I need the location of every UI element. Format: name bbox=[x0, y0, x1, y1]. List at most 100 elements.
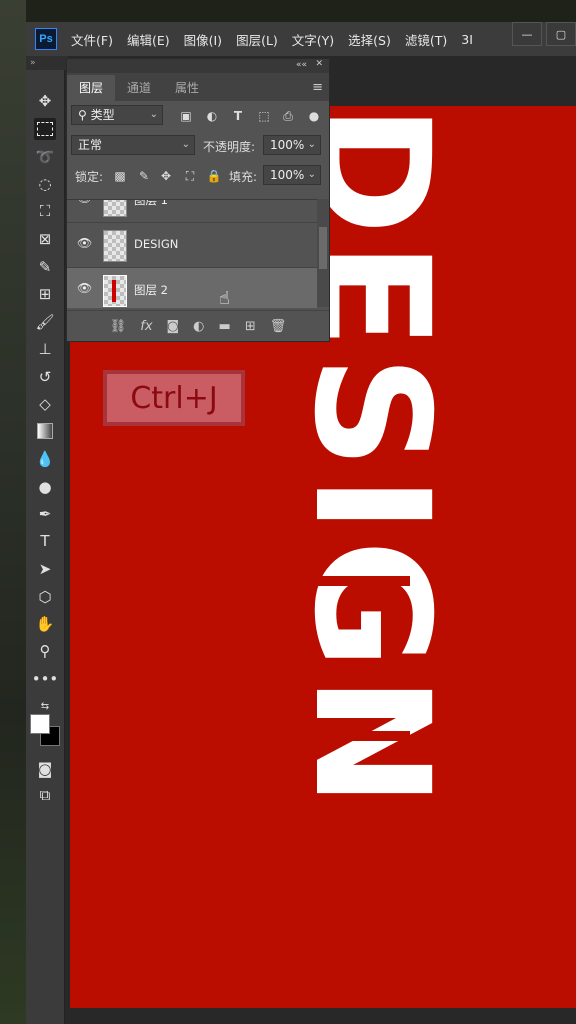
adjustment-filter-icon[interactable]: ◐ bbox=[203, 107, 221, 125]
opacity-input[interactable]: 100% ⌄ bbox=[263, 135, 321, 155]
quick-select-icon[interactable]: ◌ bbox=[34, 173, 56, 195]
desktop-strip bbox=[26, 0, 576, 22]
pen-icon[interactable]: ✒ bbox=[34, 503, 56, 525]
shape-icon[interactable]: ⬡ bbox=[34, 586, 56, 608]
mask-icon[interactable]: ◙ bbox=[167, 319, 180, 334]
fx-icon[interactable]: fx bbox=[140, 319, 152, 334]
menu-layer[interactable]: 图层(L) bbox=[236, 30, 278, 49]
lasso-icon[interactable]: ➰ bbox=[34, 146, 56, 168]
lock-position-icon[interactable]: ✥ bbox=[157, 167, 175, 185]
blur-icon[interactable]: 💧 bbox=[34, 448, 56, 470]
gradient-icon[interactable] bbox=[34, 420, 56, 442]
eye-icon[interactable]: 👁 bbox=[77, 237, 93, 249]
tab-layers[interactable]: 图层 bbox=[67, 75, 116, 101]
photoshop-logo: Ps bbox=[35, 28, 57, 50]
collapse-icon[interactable]: «« bbox=[296, 60, 307, 70]
tools-panel: ✥ ➰ ◌ ⛶ ⊠ ✎ ⊞ 🖌 ⊥ ↺ ◇ 💧 ● ✒ T ➤ ⬡ ✋ ⚲ ••… bbox=[26, 70, 65, 1024]
menu-edit[interactable]: 编辑(E) bbox=[127, 30, 170, 49]
tab-channels[interactable]: 通道 bbox=[115, 75, 163, 101]
dodge-icon[interactable]: ● bbox=[34, 476, 56, 498]
lock-artboard-icon[interactable]: ⛶ bbox=[181, 167, 199, 185]
lock-all-icon[interactable]: 🔒 bbox=[205, 167, 223, 185]
chevron-down-icon: ⌄ bbox=[149, 109, 158, 120]
hand-icon[interactable]: ✋ bbox=[34, 613, 56, 635]
layer-name: 图层 1 bbox=[134, 199, 168, 207]
pixel-filter-icon[interactable]: ▣ bbox=[177, 107, 195, 125]
hand-cursor-icon: ☝ bbox=[219, 288, 230, 309]
filter-kind-select[interactable]: ⚲ 类型 ⌄ bbox=[71, 105, 163, 125]
layer-thumbnail bbox=[103, 230, 127, 262]
eyedropper-icon[interactable]: ✎ bbox=[34, 256, 56, 278]
menu-select[interactable]: 选择(S) bbox=[348, 30, 391, 49]
fill-label: 填充: bbox=[229, 170, 258, 184]
zoom-icon[interactable]: ⚲ bbox=[34, 640, 56, 662]
lock-transparent-icon[interactable]: ▩ bbox=[111, 167, 129, 185]
menu-3d[interactable]: 3I bbox=[461, 32, 473, 47]
lock-row: 锁定: ▩ ✎ ✥ ⛶ 🔒 填充: 100% ⌄ bbox=[67, 161, 329, 191]
text-slice bbox=[300, 576, 410, 586]
layer-row-selected[interactable]: 👁 图层 2 bbox=[67, 268, 317, 308]
scrollbar-thumb[interactable] bbox=[319, 227, 327, 269]
eraser-icon[interactable]: ◇ bbox=[34, 393, 56, 415]
layers-scrollbar[interactable] bbox=[317, 199, 329, 307]
type-filter-icon[interactable]: T bbox=[229, 107, 247, 125]
restore-button[interactable]: ▢ bbox=[546, 22, 576, 46]
menu-type[interactable]: 文字(Y) bbox=[292, 30, 334, 49]
layer-name: 图层 2 bbox=[134, 283, 168, 297]
chevron-down-icon: ⌄ bbox=[181, 139, 190, 150]
smart-object-filter-icon[interactable]: ⎙ bbox=[279, 107, 297, 125]
move-icon[interactable]: ✥ bbox=[34, 90, 56, 112]
menu-file[interactable]: 文件(F) bbox=[71, 30, 113, 49]
type-icon[interactable]: T bbox=[34, 530, 56, 552]
shape-filter-icon[interactable]: ⬚ bbox=[255, 107, 273, 125]
layer-row[interactable]: 👁 DESIGN bbox=[67, 223, 317, 268]
quick-mask-icon[interactable]: ◙ bbox=[34, 758, 56, 780]
search-icon: ⚲ bbox=[78, 108, 91, 122]
more-icon[interactable]: ••• bbox=[32, 668, 59, 690]
opacity-label: 不透明度: bbox=[203, 140, 256, 154]
minimize-button[interactable]: — bbox=[512, 22, 542, 46]
healing-icon[interactable]: ⊞ bbox=[34, 283, 56, 305]
close-icon[interactable]: ✕ bbox=[315, 59, 323, 69]
blend-mode-select[interactable]: 正常 ⌄ bbox=[71, 135, 195, 155]
menu-bar: Ps 文件(F) 编辑(E) 图像(I) 图层(L) 文字(Y) 选择(S) 滤… bbox=[26, 22, 576, 56]
stamp-icon[interactable]: ⊥ bbox=[34, 338, 56, 360]
color-swatches[interactable] bbox=[30, 714, 60, 748]
lock-label: 锁定: bbox=[75, 170, 104, 184]
brush-icon[interactable]: 🖌 bbox=[34, 311, 56, 333]
eye-icon[interactable]: 👁 bbox=[77, 282, 93, 294]
text-slice bbox=[305, 836, 410, 846]
shortcut-overlay: Ctrl+J bbox=[103, 370, 245, 426]
layers-panel: «« ✕ 图层 通道 属性 ≡ ⚲ 类型 ⌄ ▣ ◐ T ⬚ ⎙ ● 正常 ⌄ 不透… bbox=[66, 58, 330, 342]
group-icon[interactable]: ▬ bbox=[219, 319, 231, 334]
layer-row[interactable]: 👁 图层 1 bbox=[67, 199, 317, 223]
marquee-icon[interactable] bbox=[34, 118, 56, 140]
foreground-color-swatch[interactable] bbox=[30, 714, 50, 734]
panel-tabs: 图层 通道 属性 ≡ bbox=[67, 73, 329, 101]
chevron-down-icon: ⌄ bbox=[307, 169, 316, 180]
screen-mode-icon[interactable]: ⧉ bbox=[34, 784, 56, 806]
tab-properties[interactable]: 属性 bbox=[163, 75, 211, 101]
fill-value: 100% bbox=[270, 168, 305, 182]
layers-list: 👁 图层 1 👁 DESIGN 👁 图层 2 bbox=[67, 199, 317, 308]
menu-image[interactable]: 图像(I) bbox=[184, 30, 222, 49]
filter-toggle-icon[interactable]: ● bbox=[305, 107, 323, 125]
toolbar-grip[interactable]: » bbox=[26, 56, 68, 70]
link-icon[interactable]: ⛓ bbox=[110, 319, 127, 334]
text-slice bbox=[310, 731, 410, 741]
fill-input[interactable]: 100% ⌄ bbox=[263, 165, 321, 185]
crop-icon[interactable]: ⛶ bbox=[34, 200, 56, 222]
panel-footer: ⛓ fx ◙ ◐ ▬ ⊞ 🗑 bbox=[67, 310, 329, 341]
delete-icon[interactable]: 🗑 bbox=[270, 319, 287, 334]
menu-filter[interactable]: 滤镜(T) bbox=[405, 30, 447, 49]
history-brush-icon[interactable]: ↺ bbox=[34, 366, 56, 388]
eye-icon[interactable]: 👁 bbox=[77, 200, 93, 204]
frame-icon[interactable]: ⊠ bbox=[34, 228, 56, 250]
panel-menu-icon[interactable]: ≡ bbox=[312, 80, 323, 95]
new-layer-icon[interactable]: ⊞ bbox=[245, 319, 256, 334]
layer-thumbnail bbox=[103, 200, 127, 217]
adjustment-icon[interactable]: ◐ bbox=[193, 319, 204, 334]
lock-pixels-icon[interactable]: ✎ bbox=[135, 167, 153, 185]
path-select-icon[interactable]: ➤ bbox=[34, 558, 56, 580]
opacity-value: 100% bbox=[270, 138, 305, 152]
